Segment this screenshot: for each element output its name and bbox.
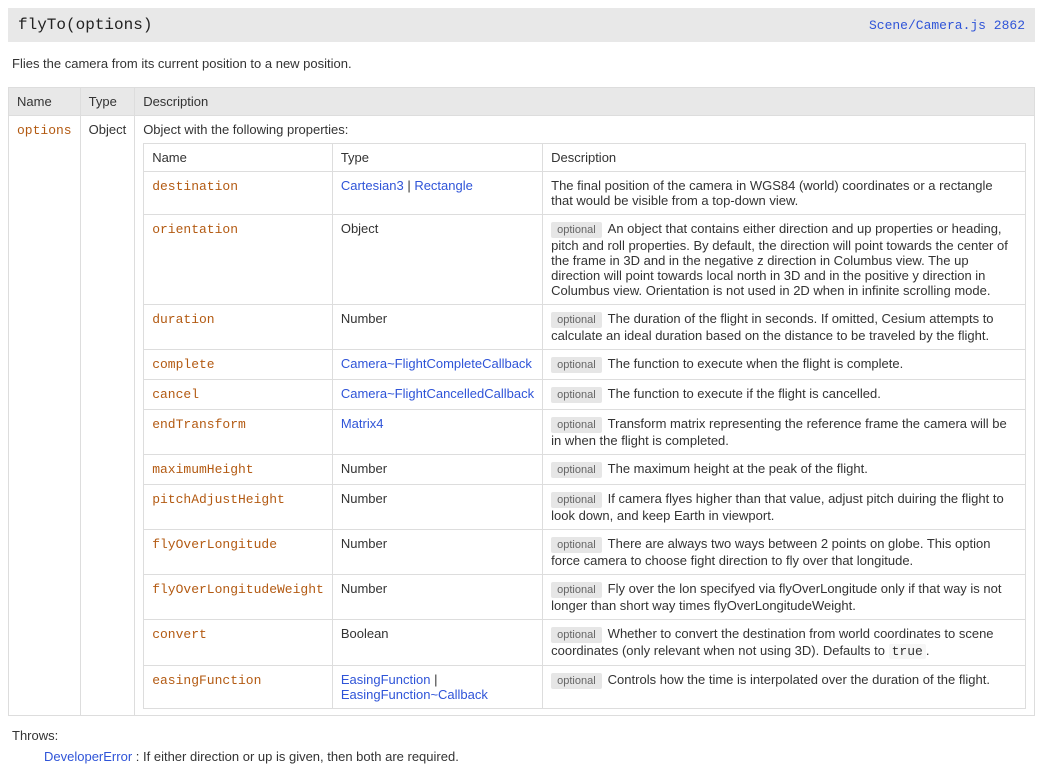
prop-row: endTransform Matrix4 optionalTransform mat…: [144, 410, 1026, 455]
prop-row: cancel Camera~FlightCancelledCallback opti…: [144, 380, 1026, 410]
prop-desc-text: Controls how the time is interpolated ov…: [608, 672, 990, 687]
prop-row: durationNumberoptionalThe duration of th…: [144, 305, 1026, 350]
type-link[interactable]: EasingFunction: [341, 672, 431, 687]
prop-name: flyOverLongitude: [152, 537, 277, 552]
prop-desc: optionalAn object that contains either d…: [543, 215, 1026, 305]
col-desc: Description: [135, 88, 1035, 116]
optional-badge: optional: [551, 462, 602, 478]
optional-badge: optional: [551, 537, 602, 553]
prop-row: flyOverLongitudeNumberoptionalThere are …: [144, 530, 1026, 575]
prop-desc: optionalTransform matrix representing th…: [543, 410, 1026, 455]
prop-desc: optional Controls how the time is interpo…: [543, 666, 1026, 709]
optional-badge: optional: [551, 312, 602, 328]
prop-desc-text: The maximum height at the peak of the fl…: [608, 461, 868, 476]
prop-type: Object: [332, 215, 542, 305]
prop-desc-text: The function to execute when the flight …: [608, 356, 904, 371]
prop-name: cancel: [152, 387, 199, 402]
prop-desc-text: The final position of the camera in WGS8…: [551, 178, 993, 208]
prop-desc-text: Transform matrix representing the refere…: [551, 416, 1007, 448]
type-link[interactable]: Camera~FlightCancelledCallback: [341, 386, 534, 401]
prop-type: Matrix4: [332, 410, 542, 455]
source-link[interactable]: Scene/Camera.js 2862: [869, 18, 1025, 33]
prop-desc: optionalThe duration of the flight in se…: [543, 305, 1026, 350]
prop-type: Camera~FlightCancelledCallback: [332, 380, 542, 410]
prop-desc: optional The function to execute when the…: [543, 350, 1026, 380]
col-desc: Description: [543, 144, 1026, 172]
method-intro: Flies the camera from its current positi…: [12, 56, 1035, 71]
prop-row: flyOverLongitudeWeightNumberoptionalFly …: [144, 575, 1026, 620]
prop-desc-text: Fly over the lon specifyed via flyOverLo…: [551, 581, 1001, 613]
prop-name: orientation: [152, 222, 238, 237]
prop-name: convert: [152, 627, 207, 642]
type-link[interactable]: Camera~FlightCompleteCallback: [341, 356, 532, 371]
prop-type: EasingFunction | EasingFunction~Callback: [332, 666, 542, 709]
optional-badge: optional: [551, 357, 602, 373]
col-type: Type: [332, 144, 542, 172]
prop-row: destination Cartesian3 | Rectangle The fin…: [144, 172, 1026, 215]
options-props-table: Name Type Description destination Cartesi…: [143, 143, 1026, 709]
throws-text: : If either direction or up is given, th…: [136, 749, 459, 764]
prop-desc: optionalFly over the lon specifyed via f…: [543, 575, 1026, 620]
method-signature: flyTo(options): [18, 16, 152, 34]
param-row: options Object Object with the following…: [9, 116, 1035, 716]
optional-badge: optional: [551, 673, 602, 689]
prop-name: easingFunction: [152, 673, 261, 688]
prop-name: pitchAdjustHeight: [152, 492, 285, 507]
col-name: Name: [9, 88, 81, 116]
optional-badge: optional: [551, 222, 602, 238]
type-link[interactable]: EasingFunction~Callback: [341, 687, 488, 702]
prop-name: duration: [152, 312, 214, 327]
prop-row: orientationObjectoptionalAn object that …: [144, 215, 1026, 305]
prop-desc: optionalWhether to convert the destinati…: [543, 620, 1026, 666]
param-type: Object: [80, 116, 135, 716]
prop-name: maximumHeight: [152, 462, 253, 477]
prop-desc-text: The duration of the flight in seconds. I…: [551, 311, 993, 343]
prop-row: convertBooleanoptionalWhether to convert…: [144, 620, 1026, 666]
param-name: options: [17, 123, 72, 138]
param-desc-lead: Object with the following properties:: [143, 122, 348, 137]
prop-row: easingFunction EasingFunction | EasingFun…: [144, 666, 1026, 709]
type-link[interactable]: Rectangle: [414, 178, 473, 193]
prop-type: Number: [332, 305, 542, 350]
prop-type: Cartesian3 | Rectangle: [332, 172, 542, 215]
prop-name: endTransform: [152, 417, 246, 432]
throws-link[interactable]: DeveloperError: [44, 749, 132, 764]
prop-desc: The final position of the camera in WGS8…: [543, 172, 1026, 215]
prop-type: Number: [332, 575, 542, 620]
col-name: Name: [144, 144, 333, 172]
prop-desc-text: An object that contains either direction…: [551, 221, 1008, 298]
prop-name: complete: [152, 357, 214, 372]
prop-desc: optional The maximum height at the peak o…: [543, 455, 1026, 485]
optional-badge: optional: [551, 387, 602, 403]
throws-header: Throws:: [12, 728, 1035, 743]
prop-desc: optional The function to execute if the f…: [543, 380, 1026, 410]
prop-desc-text: If camera flyes higher than that value, …: [551, 491, 1004, 523]
param-desc-cell: Object with the following properties: Na…: [135, 116, 1035, 716]
throws-body: DeveloperError : If either direction or …: [44, 749, 1035, 764]
prop-row: complete Camera~FlightCompleteCallback opt…: [144, 350, 1026, 380]
prop-row: maximumHeight Number optional The maximum h…: [144, 455, 1026, 485]
prop-desc-text: Whether to convert the destination from …: [551, 626, 993, 658]
type-link[interactable]: Matrix4: [341, 416, 384, 431]
prop-desc: optionalIf camera flyes higher than that…: [543, 485, 1026, 530]
prop-type: Camera~FlightCompleteCallback: [332, 350, 542, 380]
prop-row: pitchAdjustHeightNumberoptionalIf camera…: [144, 485, 1026, 530]
prop-type: Number: [332, 455, 542, 485]
type-link[interactable]: Cartesian3: [341, 178, 404, 193]
prop-desc-text: There are always two ways between 2 poin…: [551, 536, 990, 568]
prop-type: Boolean: [332, 620, 542, 666]
optional-badge: optional: [551, 492, 602, 508]
prop-name: destination: [152, 179, 238, 194]
method-header: flyTo(options) Scene/Camera.js 2862: [8, 8, 1035, 42]
prop-type: Number: [332, 485, 542, 530]
optional-badge: optional: [551, 417, 602, 433]
prop-type: Number: [332, 530, 542, 575]
prop-desc: optionalThere are always two ways betwee…: [543, 530, 1026, 575]
params-table: Name Type Description options Object Obj…: [8, 87, 1035, 716]
optional-badge: optional: [551, 582, 602, 598]
optional-badge: optional: [551, 627, 602, 643]
prop-desc-text: The function to execute if the flight is…: [608, 386, 881, 401]
prop-name: flyOverLongitudeWeight: [152, 582, 324, 597]
col-type: Type: [80, 88, 135, 116]
